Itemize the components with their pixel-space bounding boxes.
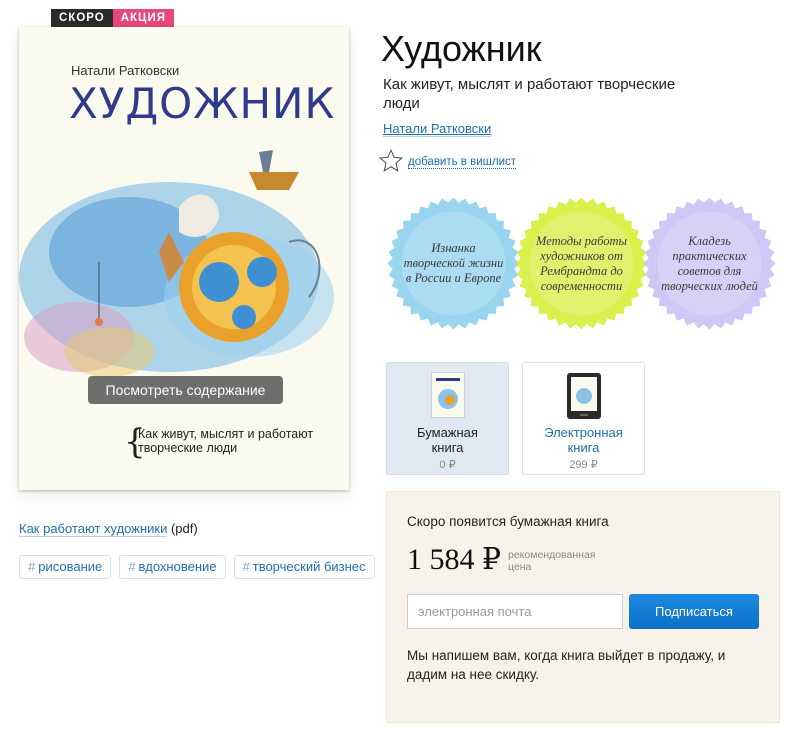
subscribe-panel: Скоро появится бумажная книга 1 584 ₽ ре… — [386, 491, 780, 723]
how-artists-work-row: Как работают художники (pdf) — [19, 521, 198, 537]
sticker-text: Методы работы художников от Рембрандта д… — [535, 233, 627, 293]
tag-list: # рисование # вдохновение # творческий бизн… — [19, 555, 375, 579]
format-label-line2: книга — [431, 440, 464, 455]
format-label-line1: Электронная — [544, 425, 623, 440]
badge-group: СКОРО АКЦИЯ — [51, 9, 174, 27]
cover-author: Натали Ратковски — [71, 63, 180, 78]
hash-glyph: # — [28, 559, 36, 574]
pdf-suffix: (pdf) — [167, 521, 198, 536]
how-artists-work-link[interactable]: Как работают художники — [19, 521, 168, 537]
email-field[interactable] — [407, 594, 623, 629]
soon-badge: СКОРО — [51, 9, 113, 27]
subscribe-heading: Скоро появится бумажная книга — [407, 514, 609, 529]
format-ebook[interactable]: Электронная книга 299 ₽ — [522, 362, 645, 475]
book-subtitle: Как живут, мыслят и работают творческие … — [383, 76, 676, 112]
page-title: Художник — [381, 28, 542, 69]
ereader-icon — [566, 373, 601, 419]
format-label-line2: книга — [567, 440, 600, 455]
cover-subtitle-line2: творческие люди — [138, 441, 238, 455]
hash-glyph: # — [242, 559, 250, 574]
tag-label: рисование — [38, 559, 103, 574]
tag-drawing[interactable]: # рисование — [19, 555, 112, 579]
sticker-text: Изнанка творческой жизни в России и Евро… — [403, 241, 504, 285]
author-link[interactable]: Натали Ратковски — [383, 121, 492, 137]
wishlist-button[interactable]: добавить в вишлист — [378, 148, 517, 174]
format-price: 299 ₽ — [569, 459, 598, 471]
subscribe-button[interactable]: Подписаться — [629, 594, 759, 629]
cover-subtitle-line1: Как живут, мыслят и работают — [138, 427, 314, 441]
tag-label: творческий бизнес — [252, 559, 366, 574]
sticker-backstage: Изнанка творческой жизни в России и Евро… — [386, 196, 521, 331]
feature-stickers: Изнанка творческой жизни в России и Евро… — [386, 196, 786, 331]
tag-creative-business[interactable]: # творческий бизнес — [233, 555, 375, 579]
format-label: Электронная книга — [523, 425, 644, 455]
price-note-line1: рекомендованная — [508, 549, 596, 561]
paper-book-thumbnail-icon — [430, 372, 465, 418]
subscribe-note: Мы напишем вам, когда книга выйдет в про… — [407, 648, 726, 682]
tag-inspiration[interactable]: # вдохновение — [119, 555, 226, 579]
book-cover[interactable]: Натали Ратковски ХУДОЖНИК Посмотреть сод… — [19, 27, 349, 490]
tag-label: вдохновение — [138, 559, 217, 574]
star-icon — [378, 148, 404, 172]
preview-contents-button[interactable]: Посмотреть содержание — [88, 376, 283, 404]
format-label: Бумажная книга — [387, 425, 508, 455]
sticker-methods: Методы работы художников от Рембрандта д… — [514, 196, 649, 331]
format-selector: Бумажная книга 0 ₽ Электронная книга 299… — [386, 362, 645, 475]
recommended-price: 1 584 ₽ — [407, 543, 502, 576]
cover-title: ХУДОЖНИК — [69, 79, 336, 128]
sticker-tips: Кладезь практических советов для творчес… — [642, 196, 777, 331]
wishlist-label: добавить в вишлист — [408, 156, 517, 169]
sticker-text: Кладезь практических советов для творчес… — [661, 233, 758, 293]
sale-badge: АКЦИЯ — [112, 9, 174, 27]
format-label-line1: Бумажная — [417, 425, 478, 440]
price-note-line2: цена — [508, 561, 532, 573]
cover-subtitle: Как живут, мыслят и работают творческие … — [138, 427, 323, 455]
cover-illustration — [19, 150, 334, 377]
format-paper-book[interactable]: Бумажная книга 0 ₽ — [386, 362, 509, 475]
format-price: 0 ₽ — [439, 459, 456, 471]
hash-glyph: # — [128, 559, 136, 574]
price-note: рекомендованная цена — [508, 549, 608, 573]
